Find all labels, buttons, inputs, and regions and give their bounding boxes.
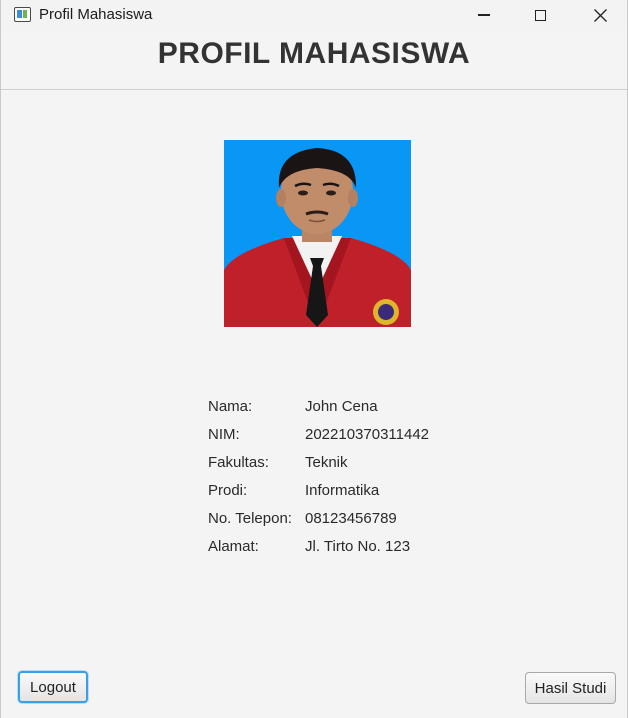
label-prodi: Prodi: bbox=[208, 482, 248, 499]
label-fakultas: Fakultas: bbox=[208, 454, 269, 471]
app-window: Profil Mahasiswa PROFIL MAHASISWA Nama: … bbox=[0, 0, 628, 718]
header-divider bbox=[1, 89, 627, 90]
value-alamat: Jl. Tirto No. 123 bbox=[305, 538, 411, 555]
label-nama: Nama: bbox=[208, 398, 253, 415]
label-alamat: Alamat: bbox=[208, 538, 259, 555]
close-icon bbox=[593, 8, 607, 22]
close-button[interactable] bbox=[577, 0, 623, 30]
maximize-button[interactable] bbox=[517, 0, 563, 30]
hasil-studi-button[interactable]: Hasil Studi bbox=[525, 672, 616, 704]
page-title: PROFIL MAHASISWA bbox=[157, 37, 471, 70]
student-photo bbox=[224, 140, 411, 327]
app-window-icon bbox=[14, 7, 31, 22]
logout-button[interactable]: Logout bbox=[18, 671, 88, 703]
value-telepon: 08123456789 bbox=[305, 510, 397, 527]
minimize-button[interactable] bbox=[461, 0, 507, 30]
window-title: Profil Mahasiswa bbox=[39, 6, 153, 23]
label-nim: NIM: bbox=[208, 426, 240, 443]
title-bar[interactable]: Profil Mahasiswa bbox=[1, 0, 627, 30]
label-telepon: No. Telepon: bbox=[208, 510, 292, 527]
value-nama: John Cena bbox=[305, 398, 378, 415]
value-prodi: Informatika bbox=[305, 482, 380, 499]
value-fakultas: Teknik bbox=[305, 454, 348, 471]
maximize-icon bbox=[534, 9, 546, 21]
minimize-icon bbox=[478, 14, 490, 16]
value-nim: 202210370311442 bbox=[305, 426, 430, 443]
